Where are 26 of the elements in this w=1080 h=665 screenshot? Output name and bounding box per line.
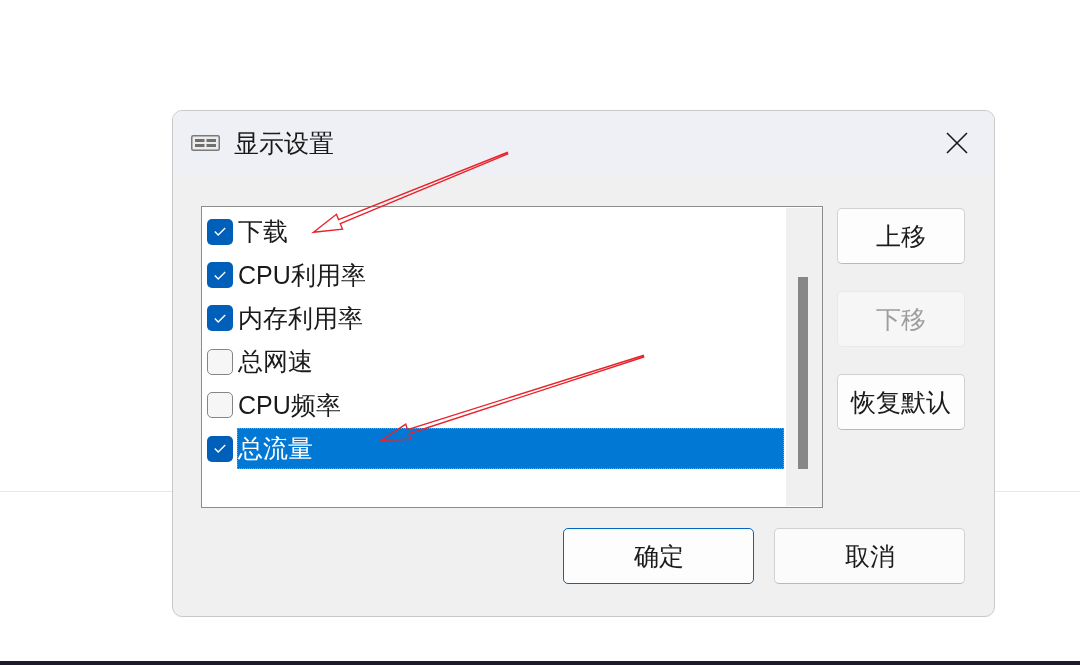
checkmark-icon [214,270,226,280]
scrollbar[interactable] [786,208,822,506]
checkbox[interactable] [207,392,233,419]
action-button[interactable]: 恢复默认 [837,374,965,430]
checkbox[interactable] [207,435,233,462]
close-button[interactable] [946,132,968,154]
checkbox[interactable] [207,218,233,245]
list-item[interactable]: 下载 [237,211,784,253]
dialog-button[interactable]: 取消 [774,528,965,584]
window-icon [191,135,220,151]
dialog-button[interactable]: 确定 [563,528,754,584]
checkmark-icon [214,444,226,454]
checkbox[interactable] [207,305,233,332]
list-item[interactable]: CPU利用率 [237,254,784,296]
list-item[interactable]: 总流量 [237,428,784,470]
checkbox[interactable] [207,262,233,289]
action-button[interactable]: 上移 [837,208,965,264]
list-item[interactable]: CPU频率 [237,384,784,426]
checkmark-icon [214,313,226,323]
close-icon [946,132,968,154]
window-title: 显示设置 [234,130,334,156]
checkbox[interactable] [207,348,233,375]
checkmark-icon [214,227,226,237]
list-item[interactable]: 总网速 [237,341,784,383]
scrollbar-thumb[interactable] [798,277,808,469]
list-item[interactable]: 内存利用率 [237,297,784,339]
